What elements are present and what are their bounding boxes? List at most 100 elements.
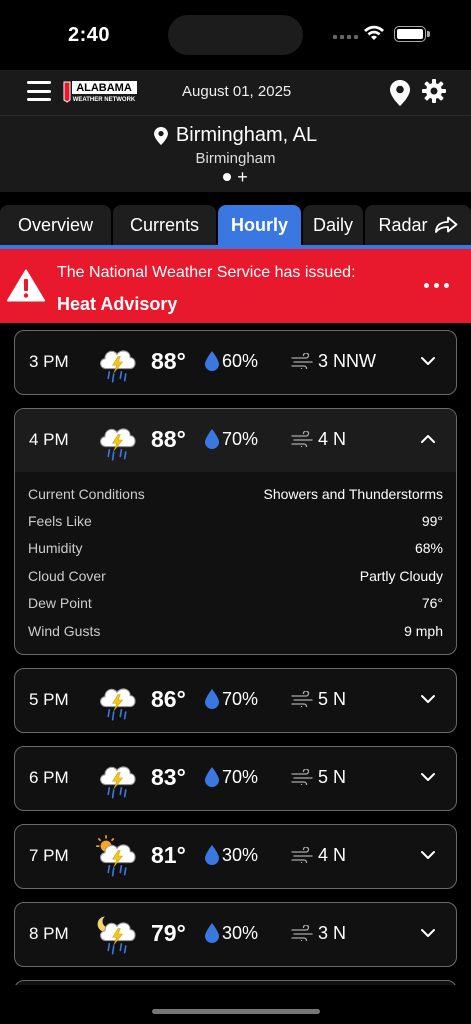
tab-overview[interactable]: Overview <box>0 205 111 245</box>
thunderstorm-icon <box>100 766 136 799</box>
hour-row[interactable]: 4 PM 88° 70% 4 N <box>15 409 456 472</box>
raindrop-icon <box>205 923 219 943</box>
location-pin-icon[interactable] <box>390 80 410 106</box>
hour-temp: 79° <box>151 920 186 946</box>
hour-temp: 88° <box>151 348 186 374</box>
detail-value: 68% <box>414 540 443 557</box>
wifi-icon <box>364 25 384 40</box>
app-header: ALABAMA WEATHER NETWORK August 01, 2025 <box>0 70 471 192</box>
hour-row[interactable]: 5 PM 86° 70% 5 N <box>15 669 456 732</box>
detail-value: 99° <box>421 513 443 530</box>
raindrop-icon <box>205 845 219 865</box>
status-time: 2:40 <box>68 24 111 46</box>
hour-temp: 88° <box>151 426 186 452</box>
chevron-down-icon[interactable] <box>420 771 436 783</box>
thunderstorm-icon <box>100 688 136 721</box>
hour-wind: 3 NNW <box>318 351 376 371</box>
page-dot[interactable] <box>223 173 232 181</box>
hour-precip-chance: 30% <box>222 923 259 943</box>
alert-title: Heat Advisory <box>57 294 178 314</box>
weather-alert-banner[interactable]: The National Weather Service has issued:… <box>0 249 471 323</box>
dynamic-island <box>168 15 303 55</box>
location-title: Birmingham, AL <box>175 124 318 146</box>
hour-card[interactable]: 8 PM 79° 30% 3 N <box>14 902 457 967</box>
hour-card[interactable]: 6 PM 83° 70% 5 N <box>14 746 457 811</box>
hour-temp: 86° <box>151 686 186 712</box>
tab-daily[interactable]: Daily <box>303 205 363 245</box>
detail-label: Humidity <box>28 540 83 557</box>
tab-hourly[interactable]: Hourly <box>218 205 301 245</box>
chevron-down-icon[interactable] <box>420 849 436 861</box>
status-bar: 2:40 <box>0 0 471 70</box>
menu-icon[interactable] <box>27 81 51 101</box>
hour-card[interactable]: 3 PM 88° 60% 3 NNW <box>14 330 457 395</box>
alert-intro-text: The National Weather Service has issued: <box>57 264 356 281</box>
more-options-icon[interactable] <box>424 283 449 288</box>
sun-thunderstorm-icon <box>96 835 136 877</box>
hour-precip-chance: 70% <box>222 767 259 787</box>
alabama-weather-network-logo: ALABAMA WEATHER NETWORK <box>62 80 138 103</box>
hour-precip-chance: 30% <box>222 845 259 865</box>
hour-time: 5 PM <box>29 690 69 709</box>
detail-row: Current Conditions Showers and Thundersto… <box>28 480 443 507</box>
raindrop-icon <box>205 351 219 371</box>
raindrop-icon <box>205 767 219 787</box>
detail-value: 9 mph <box>404 622 443 639</box>
hour-precip-chance: 70% <box>222 689 259 709</box>
location-selector[interactable]: Birmingham, AL Birmingham <box>0 124 471 167</box>
warning-icon <box>7 269 45 302</box>
thunderstorm-icon <box>100 428 136 461</box>
hour-card[interactable]: 5 PM 86° 70% 5 N <box>14 668 457 733</box>
hour-time: 4 PM <box>29 430 69 449</box>
hour-time: 3 PM <box>29 352 69 371</box>
thunderstorm-icon <box>100 350 136 383</box>
add-location-button[interactable]: + <box>237 168 248 186</box>
hour-row[interactable]: 7 PM 81° 30% 4 N <box>15 825 456 888</box>
tab-currents[interactable]: Currents <box>113 205 216 245</box>
hour-row[interactable]: 8 PM 79° 30% 3 N <box>15 903 456 966</box>
moon-thunderstorm-icon <box>97 916 136 955</box>
raindrop-icon <box>205 429 219 449</box>
detail-label: Wind Gusts <box>28 622 101 639</box>
hour-precip-chance: 70% <box>222 429 259 449</box>
wind-icon <box>291 925 313 941</box>
gear-icon[interactable] <box>422 79 446 103</box>
chevron-up-icon[interactable] <box>420 433 436 445</box>
detail-label: Cloud Cover <box>28 567 106 584</box>
detail-value: Showers and Thunderstorms <box>263 485 444 502</box>
home-indicator[interactable] <box>152 1009 320 1014</box>
chevron-down-icon[interactable] <box>420 355 436 367</box>
logo-text: ALABAMA <box>76 82 132 94</box>
logo-subtext: WEATHER NETWORK <box>73 97 136 103</box>
hour-card-partial[interactable] <box>14 980 457 985</box>
hour-row[interactable]: 6 PM 83° 70% 5 N <box>15 747 456 810</box>
tab-bar: Overview Currents Hourly Daily Radar <box>0 205 471 245</box>
detail-row: Cloud Cover Partly Cloudy <box>28 562 443 589</box>
hour-wind: 5 N <box>318 767 347 787</box>
detail-label: Dew Point <box>28 595 92 612</box>
hour-card[interactable]: 4 PM 88° 70% 4 N Current Conditions Showers a… <box>14 408 457 656</box>
detail-label: Current Conditions <box>28 485 145 502</box>
location-subtitle: Birmingham <box>195 149 276 167</box>
wind-icon <box>291 847 313 863</box>
hour-wind: 3 N <box>318 923 347 943</box>
cell-signal-icon <box>333 35 358 39</box>
hour-temp: 81° <box>151 842 186 868</box>
wind-icon <box>291 353 313 369</box>
hour-row[interactable]: 3 PM 88° 60% 3 NNW <box>15 331 456 394</box>
tab-radar[interactable]: Radar <box>365 205 471 245</box>
header-toolbar: ALABAMA WEATHER NETWORK August 01, 2025 <box>0 70 471 116</box>
battery-icon <box>394 26 430 42</box>
detail-row: Dew Point 76° <box>28 590 443 617</box>
share-arrow-icon <box>434 216 457 233</box>
chevron-down-icon[interactable] <box>420 693 436 705</box>
hour-card[interactable]: 7 PM 81° 30% 4 N <box>14 824 457 889</box>
header-date: August 01, 2025 <box>182 83 292 100</box>
hourly-forecast-list[interactable]: 3 PM 88° 60% 3 NNW 4 PM 88° 70% 4 N Current Cond… <box>14 330 457 985</box>
location-page-indicator: + <box>0 168 471 186</box>
wind-icon <box>291 769 313 785</box>
detail-row: Feels Like 99° <box>28 507 443 534</box>
detail-value: Partly Cloudy <box>359 567 443 584</box>
chevron-down-icon[interactable] <box>420 927 436 939</box>
hour-details: Current Conditions Showers and Thundersto… <box>15 472 456 654</box>
